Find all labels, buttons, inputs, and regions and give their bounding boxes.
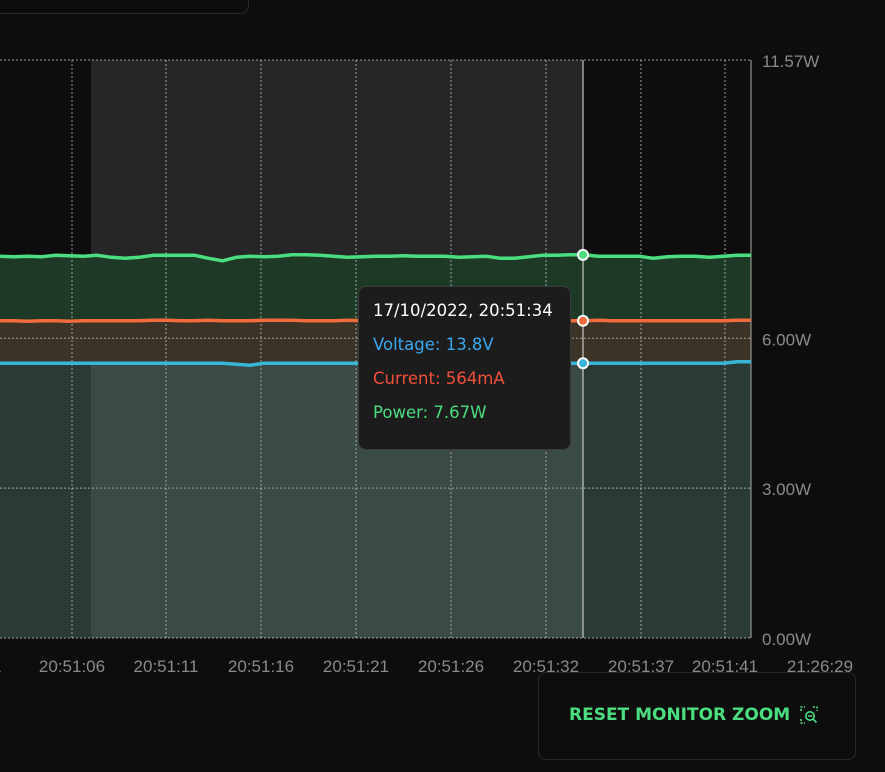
hover-point-voltage bbox=[577, 357, 589, 370]
x-tick-label: 20:51:11 bbox=[134, 657, 199, 676]
x-tick-label: 20:51:16 bbox=[228, 657, 294, 676]
y-tick-label: 11.57W bbox=[762, 52, 819, 71]
reset-zoom-card: RESET MONITOR ZOOM bbox=[538, 672, 856, 760]
x-tick-label: 20:51:06 bbox=[39, 657, 105, 676]
zoom-reset-icon bbox=[800, 706, 819, 724]
y-tick-label: 0.00W bbox=[762, 630, 811, 649]
chart-tooltip: 17/10/2022, 20:51:34 Voltage: 13.8V Curr… bbox=[358, 286, 571, 450]
tooltip-power: Power: 7.67W bbox=[373, 403, 487, 422]
reset-zoom-label: RESET MONITOR ZOOM bbox=[569, 705, 791, 725]
reset-monitor-zoom-button[interactable]: RESET MONITOR ZOOM bbox=[569, 705, 819, 725]
y-tick-label: 3.00W bbox=[762, 480, 811, 499]
tooltip-time: 17/10/2022, 20:51:34 bbox=[373, 301, 553, 320]
x-tick-label: 20:51:21 bbox=[323, 657, 389, 676]
x-tick-label: 20:51:26 bbox=[418, 657, 484, 676]
y-tick-label: 6.00W bbox=[762, 330, 811, 349]
x-tick-label: 01 bbox=[0, 657, 1, 676]
tooltip-voltage: Voltage: 13.8V bbox=[373, 335, 494, 354]
hover-point-current bbox=[577, 314, 589, 327]
tooltip-current: Current: 564mA bbox=[373, 369, 505, 388]
hover-point-power bbox=[577, 248, 589, 261]
